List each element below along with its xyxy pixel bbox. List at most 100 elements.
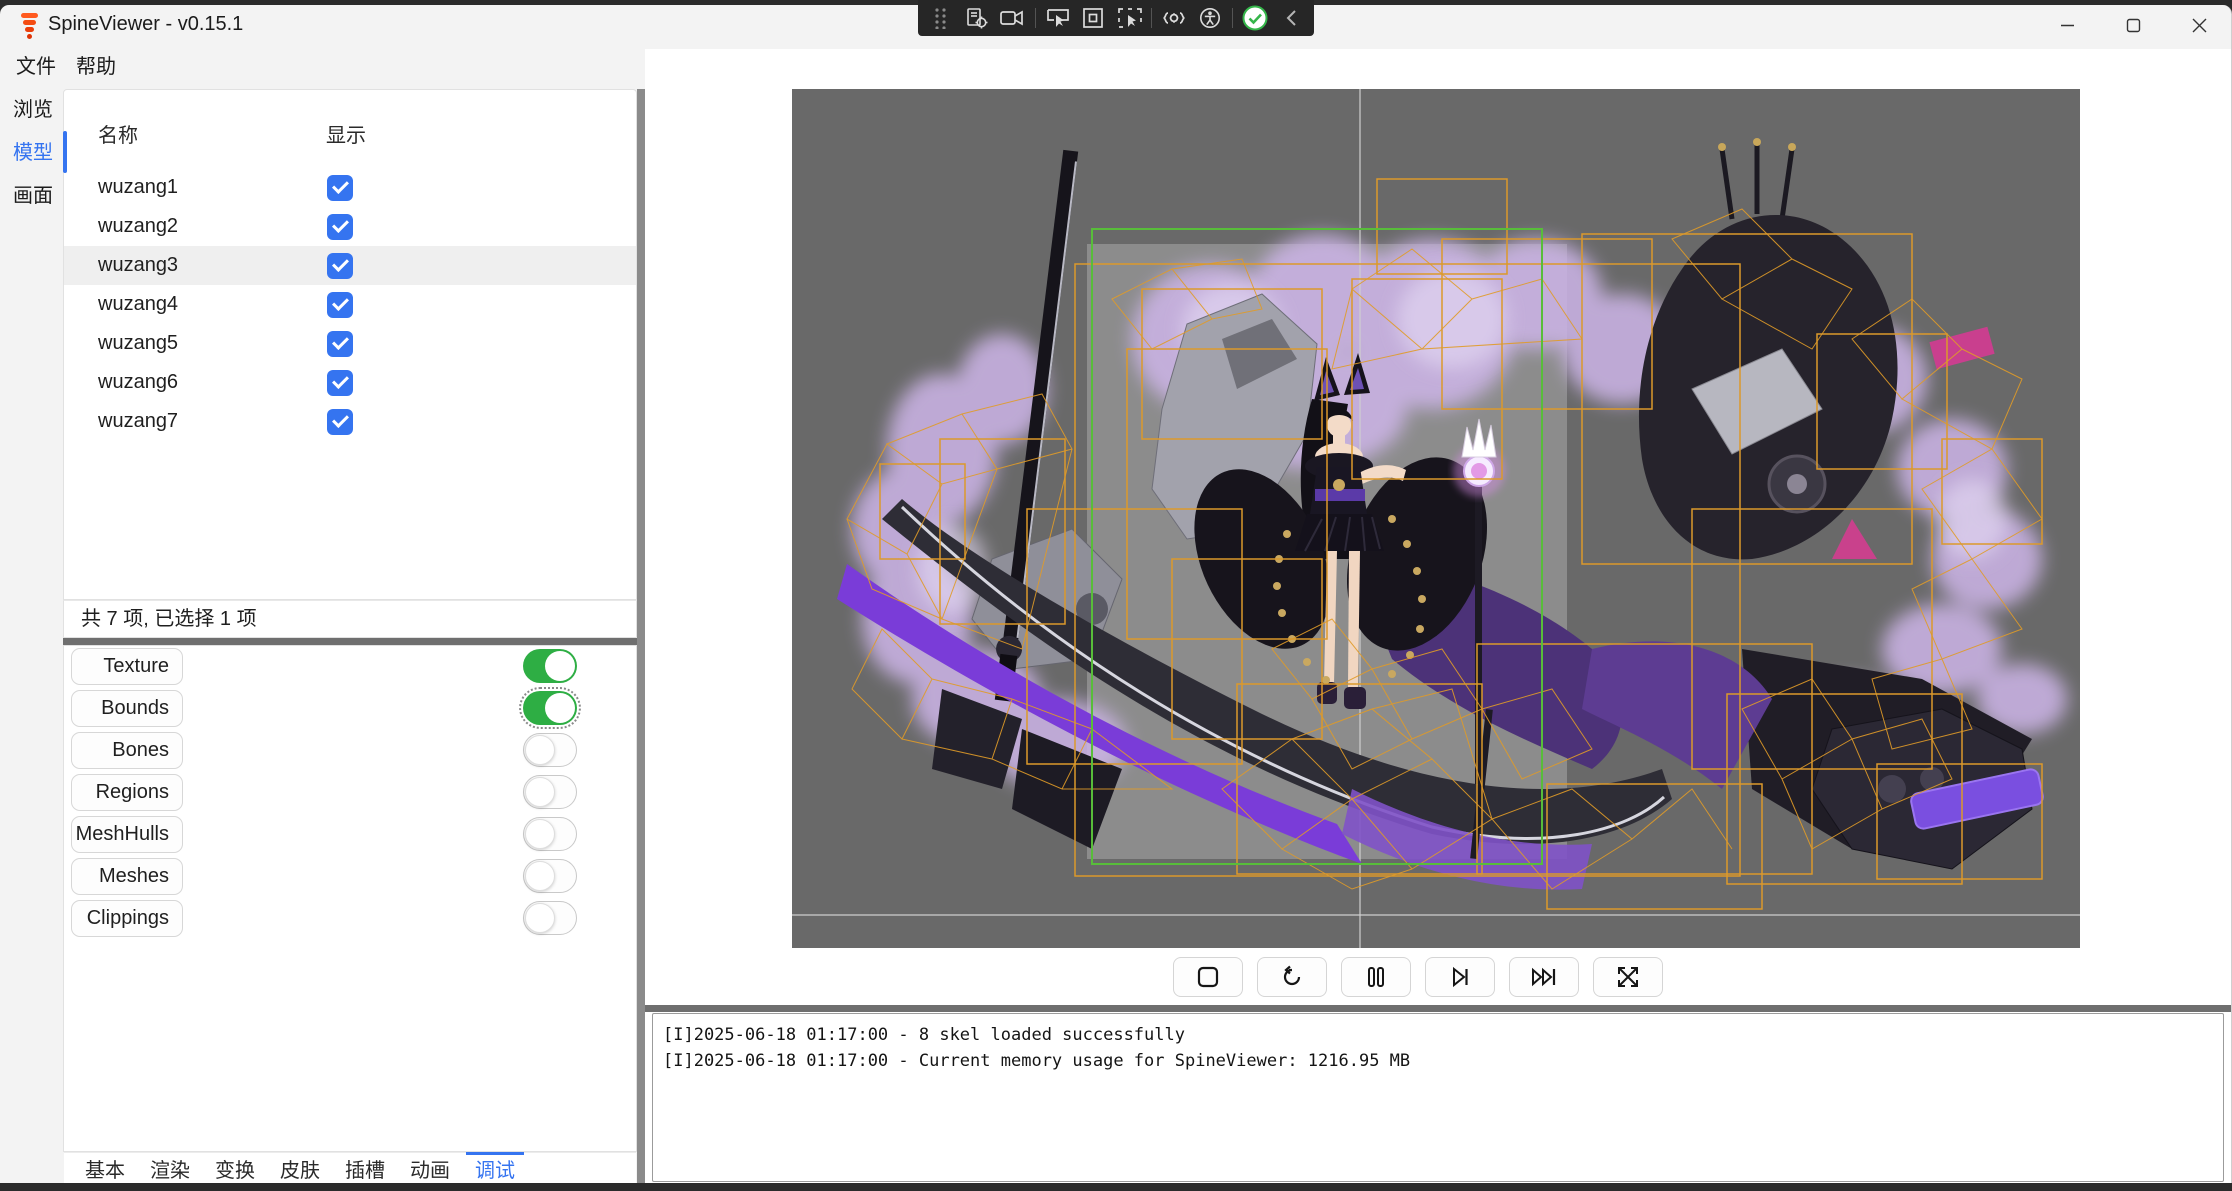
- model-name: wuzang2: [98, 207, 178, 246]
- pause-icon: [1364, 965, 1388, 989]
- step-forward-icon: [1448, 965, 1472, 989]
- tab-transform[interactable]: 变换: [215, 1153, 255, 1183]
- element-select-icon[interactable]: [1116, 4, 1143, 32]
- settings-braces-icon[interactable]: [1161, 4, 1188, 32]
- regions-button[interactable]: Regions: [71, 774, 183, 811]
- table-row[interactable]: wuzang1: [64, 168, 636, 207]
- fast-forward-button[interactable]: [1509, 957, 1579, 997]
- visibility-checkbox[interactable]: [327, 409, 353, 435]
- playback-controls: [1173, 957, 1663, 997]
- fast-forward-icon: [1530, 965, 1558, 989]
- table-row[interactable]: wuzang5: [64, 324, 636, 363]
- tab-slot[interactable]: 插槽: [345, 1153, 385, 1183]
- step-forward-button[interactable]: [1425, 957, 1495, 997]
- toolbar-separator: [1035, 8, 1036, 28]
- region-select-icon[interactable]: [1080, 4, 1107, 32]
- toggle-knob: [525, 861, 555, 891]
- toggle-knob: [525, 777, 555, 807]
- grip-handle-icon[interactable]: [928, 4, 955, 32]
- toggle-knob: [525, 819, 555, 849]
- fullscreen-button[interactable]: [1593, 957, 1663, 997]
- table-row-selected[interactable]: wuzang3: [64, 246, 636, 285]
- maximize-icon: [2126, 18, 2141, 33]
- toolbar-separator: [1151, 8, 1152, 28]
- capture-toolbar[interactable]: [918, 0, 1314, 36]
- log-splitter[interactable]: [645, 1005, 2232, 1012]
- tab-render[interactable]: 渲染: [150, 1153, 190, 1183]
- sidebar-tab-model[interactable]: 模型: [8, 138, 58, 168]
- pause-button[interactable]: [1341, 957, 1411, 997]
- check-circle-icon[interactable]: [1242, 4, 1269, 32]
- meshes-toggle[interactable]: [523, 859, 577, 893]
- property-tab-bar: 基本 渲染 变换 皮肤 插槽 动画 调试: [64, 1152, 636, 1183]
- minimize-button[interactable]: [2034, 5, 2100, 45]
- tab-debug[interactable]: 调试: [475, 1153, 515, 1183]
- model-name: wuzang1: [98, 168, 178, 207]
- bounds-button[interactable]: Bounds: [71, 690, 183, 727]
- column-header-visible[interactable]: 显示: [326, 118, 366, 154]
- bones-button[interactable]: Bones: [71, 732, 183, 769]
- fullscreen-icon: [1616, 965, 1640, 989]
- meshes-button[interactable]: Meshes: [71, 858, 183, 895]
- spine-render: [792, 89, 2080, 948]
- sidebar-tab-screen[interactable]: 画面: [8, 181, 58, 211]
- app-window: SpineViewer - v0.15.1 文件 帮助 浏览 模型 画面 名称 …: [0, 5, 2232, 1183]
- spine-canvas[interactable]: [792, 89, 2080, 948]
- toggle-knob: [545, 693, 575, 723]
- maximize-button[interactable]: [2100, 5, 2166, 45]
- bounds-toggle[interactable]: [523, 691, 577, 725]
- visibility-checkbox[interactable]: [327, 370, 353, 396]
- accessibility-icon[interactable]: [1197, 4, 1224, 32]
- tab-animation[interactable]: 动画: [410, 1153, 450, 1183]
- meshhulls-toggle[interactable]: [523, 817, 577, 851]
- meshhulls-button[interactable]: MeshHulls: [71, 816, 183, 853]
- window-select-icon[interactable]: [1045, 4, 1072, 32]
- visibility-checkbox[interactable]: [327, 175, 353, 201]
- close-button[interactable]: [2166, 5, 2232, 45]
- element-capture-icon[interactable]: [964, 4, 991, 32]
- tab-basic[interactable]: 基本: [85, 1153, 125, 1183]
- horizontal-splitter[interactable]: [63, 638, 637, 645]
- stop-button[interactable]: [1173, 957, 1243, 997]
- model-name: wuzang7: [98, 402, 178, 441]
- selection-status: 共 7 项, 已选择 1 项: [81, 601, 257, 637]
- taskbar-sliver: [0, 1183, 2232, 1191]
- table-row[interactable]: wuzang2: [64, 207, 636, 246]
- minimize-icon: [2060, 18, 2075, 33]
- vertical-splitter[interactable]: [637, 89, 645, 1183]
- toggle-knob: [525, 735, 555, 765]
- regions-toggle[interactable]: [523, 775, 577, 809]
- visibility-checkbox[interactable]: [327, 292, 353, 318]
- table-row[interactable]: wuzang4: [64, 285, 636, 324]
- model-list-panel: 名称 显示 wuzang1 wuzang2 wuzang3 wuzang4 wu…: [63, 89, 637, 600]
- texture-toggle[interactable]: [523, 649, 577, 683]
- menu-file[interactable]: 文件: [10, 51, 62, 83]
- collapse-chevron-icon[interactable]: [1278, 4, 1305, 32]
- tab-skin[interactable]: 皮肤: [280, 1153, 320, 1183]
- model-name: wuzang4: [98, 285, 178, 324]
- log-output[interactable]: [I]2025-06-18 01:17:00 - 8 skel loaded s…: [652, 1013, 2224, 1182]
- column-header-name[interactable]: 名称: [98, 118, 138, 154]
- restart-icon: [1280, 965, 1304, 989]
- visibility-checkbox[interactable]: [327, 331, 353, 357]
- restart-button[interactable]: [1257, 957, 1327, 997]
- menu-help[interactable]: 帮助: [70, 51, 122, 83]
- sidebar-tab-browse[interactable]: 浏览: [8, 95, 58, 125]
- clippings-toggle[interactable]: [523, 901, 577, 935]
- record-camera-icon[interactable]: [999, 4, 1026, 32]
- toggle-knob: [525, 903, 555, 933]
- clippings-button[interactable]: Clippings: [71, 900, 183, 937]
- texture-button[interactable]: Texture: [71, 648, 183, 685]
- spine-logo: [18, 13, 42, 39]
- table-row[interactable]: wuzang7: [64, 402, 636, 441]
- model-name: wuzang6: [98, 363, 178, 402]
- log-line: [I]2025-06-18 01:17:00 - Current memory …: [663, 1048, 2223, 1074]
- toggle-knob: [545, 651, 575, 681]
- visibility-checkbox[interactable]: [327, 214, 353, 240]
- bones-toggle[interactable]: [523, 733, 577, 767]
- visibility-checkbox[interactable]: [327, 253, 353, 279]
- active-tab-indicator: [63, 131, 67, 173]
- table-row[interactable]: wuzang6: [64, 363, 636, 402]
- close-icon: [2192, 18, 2207, 33]
- debug-panel: Texture Bounds Bones Regions MeshHulls M…: [63, 645, 637, 1152]
